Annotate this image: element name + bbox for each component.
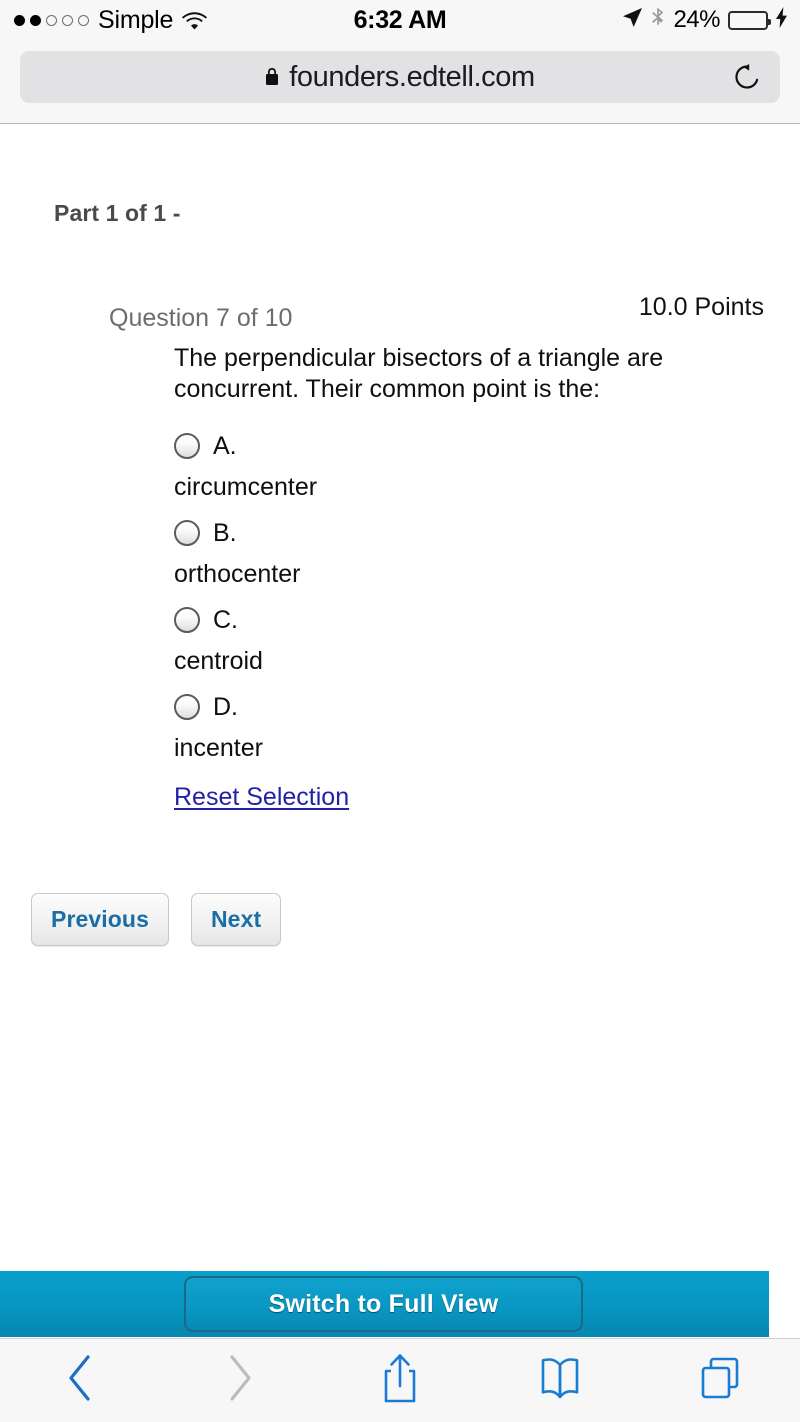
next-button[interactable]: Next (190, 893, 282, 946)
battery-percent: 24% (673, 6, 720, 33)
answer-option-letter: C. (213, 605, 238, 634)
phone-screen: Simple 6:32 AM 24% founders.edtell.com P… (0, 0, 800, 1422)
url-text: founders.edtell.com (289, 60, 535, 93)
full-view-bar: Switch to Full View (0, 1271, 769, 1337)
answer-option[interactable]: D. incenter (174, 687, 734, 774)
answer-option-letter: D. (213, 692, 238, 721)
share-button[interactable] (320, 1339, 480, 1422)
lock-icon (265, 68, 279, 86)
navigation-buttons: Previous Next (31, 893, 282, 946)
web-page-content: Part 1 of 1 - Question 7 of 10 10.0 Poin… (0, 125, 800, 1271)
lightning-bolt-icon (776, 7, 788, 33)
browser-chrome: founders.edtell.com (0, 40, 800, 124)
question-text: The perpendicular bisectors of a triangl… (174, 344, 664, 403)
question-body: The perpendicular bisectors of a triangl… (174, 343, 734, 812)
answer-option-text: circumcenter (174, 473, 318, 501)
answer-option-row[interactable]: B. (174, 513, 734, 553)
answer-option[interactable]: B. orthocenter (174, 513, 734, 600)
back-chevron-icon (65, 1354, 95, 1407)
bookmarks-button[interactable] (480, 1339, 640, 1422)
forward-chevron-icon (225, 1354, 255, 1407)
status-bar-right: 24% (622, 6, 788, 34)
share-icon (380, 1352, 420, 1409)
bookmarks-book-icon (538, 1354, 582, 1407)
radio-button[interactable] (174, 607, 200, 633)
battery-icon (728, 10, 771, 30)
address-bar[interactable]: founders.edtell.com (20, 51, 780, 103)
answer-option[interactable]: A. circumcenter (174, 426, 734, 513)
back-button[interactable] (0, 1339, 160, 1422)
reset-selection-link[interactable]: Reset Selection (174, 783, 349, 812)
switch-to-full-view-button[interactable]: Switch to Full View (184, 1276, 583, 1332)
browser-toolbar (0, 1338, 800, 1422)
radio-button[interactable] (174, 433, 200, 459)
reload-icon[interactable] (732, 62, 762, 92)
answer-options-list: A. circumcenter B. orthocenter C. centroid D. i… (174, 426, 734, 774)
answer-option-row[interactable]: D. (174, 687, 734, 727)
previous-button[interactable]: Previous (31, 893, 169, 946)
answer-option-row[interactable]: A. (174, 426, 734, 466)
tabs-button[interactable] (640, 1339, 800, 1422)
answer-option-text: incenter (174, 734, 263, 762)
question-header: Question 7 of 10 10.0 Points (0, 293, 800, 333)
tabs-icon (698, 1354, 742, 1407)
forward-button[interactable] (160, 1339, 320, 1422)
bluetooth-icon (651, 7, 665, 34)
status-bar: Simple 6:32 AM 24% (0, 0, 800, 40)
radio-button[interactable] (174, 694, 200, 720)
answer-option-text: orthocenter (174, 560, 301, 588)
answer-option-row[interactable]: C. (174, 600, 734, 640)
question-number: Question 7 of 10 (109, 304, 293, 332)
answer-option-letter: A. (213, 431, 237, 460)
radio-button[interactable] (174, 520, 200, 546)
location-arrow-icon (622, 7, 643, 33)
answer-option-letter: B. (213, 518, 237, 547)
answer-option-text: centroid (174, 647, 263, 675)
question-points: 10.0 Points (638, 293, 764, 321)
part-label: Part 1 of 1 - (54, 200, 181, 226)
address-bar-content: founders.edtell.com (265, 61, 535, 94)
answer-option[interactable]: C. centroid (174, 600, 734, 687)
